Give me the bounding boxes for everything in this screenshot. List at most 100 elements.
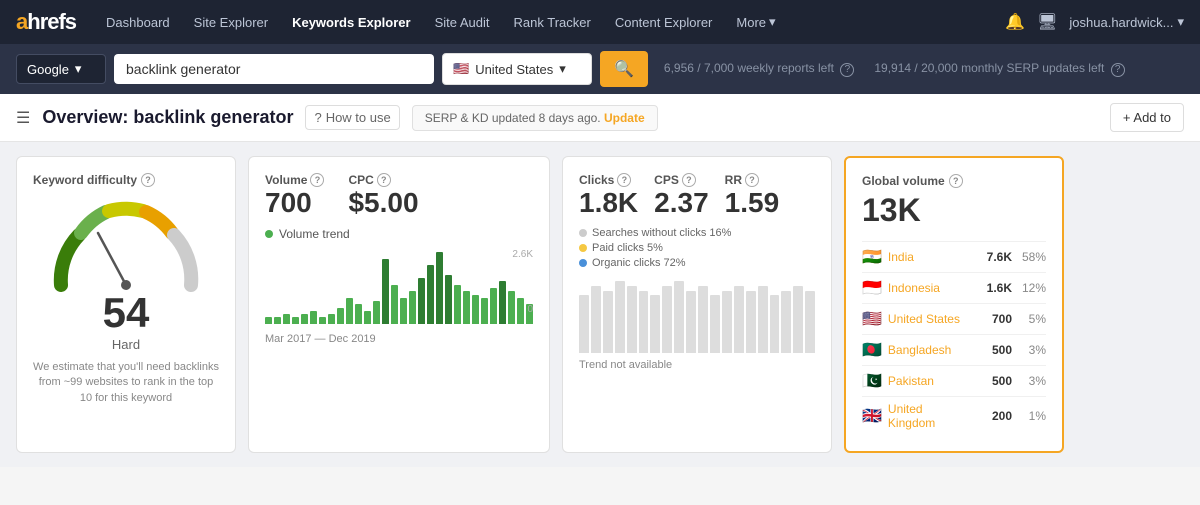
bar-item — [409, 291, 416, 324]
search-button[interactable]: 🔍 — [600, 51, 648, 87]
bar-item — [274, 317, 281, 324]
legend-organic-clicks: Organic clicks 72% — [579, 257, 815, 269]
rr-info-icon[interactable]: ? — [745, 173, 759, 187]
country-row: 🇧🇩 Bangladesh 500 3% — [862, 334, 1046, 365]
user-menu[interactable]: joshua.hardwick... ▾ — [1069, 14, 1184, 30]
cpc-info-icon[interactable]: ? — [377, 173, 391, 187]
global-info-icon[interactable]: ? — [949, 174, 963, 188]
bar-item — [382, 259, 389, 324]
bar-item — [427, 265, 434, 324]
organic-clicks-dot — [579, 259, 587, 267]
search-icon: 🔍 — [614, 61, 634, 78]
country-name[interactable]: United States — [888, 312, 970, 326]
bar-item — [391, 285, 398, 324]
bar-item — [355, 304, 362, 324]
trend-bar-item — [686, 291, 696, 353]
bar-item — [346, 298, 353, 324]
search-bar: Google ▾ 🇺🇸 United States ▾ 🔍 6,956 / 7,… — [0, 44, 1200, 94]
country-row: 🇺🇸 United States 700 5% — [862, 303, 1046, 334]
country-row: 🇬🇧 United Kingdom 200 1% — [862, 396, 1046, 435]
kd-description: We estimate that you'll need backlinks f… — [33, 360, 219, 406]
no-clicks-dot — [579, 229, 587, 237]
logo[interactable]: ahrefs — [16, 9, 76, 35]
how-to-use-button[interactable]: ? How to use — [305, 105, 399, 130]
country-flag: 🇧🇩 — [862, 340, 882, 360]
global-volume-card: Global volume ? 13K 🇮🇳 India 7.6K 58% 🇮🇩… — [844, 156, 1064, 453]
country-count: 200 — [976, 409, 1012, 423]
trend-bar-item — [627, 286, 637, 353]
country-count: 700 — [976, 312, 1012, 326]
kd-info-icon[interactable]: ? — [141, 173, 155, 187]
country-count: 500 — [976, 374, 1012, 388]
country-name[interactable]: Bangladesh — [888, 343, 970, 357]
trend-bar-item — [722, 291, 732, 353]
monthly-info-icon[interactable]: ? — [1111, 63, 1125, 77]
cps-info-icon[interactable]: ? — [682, 173, 696, 187]
us-flag-icon: 🇺🇸 — [453, 61, 469, 77]
bar-item — [490, 288, 497, 324]
add-to-button[interactable]: + Add to — [1110, 103, 1184, 132]
country-row: 🇵🇰 Pakistan 500 3% — [862, 365, 1046, 396]
country-name[interactable]: Indonesia — [888, 281, 970, 295]
nav-content-explorer[interactable]: Content Explorer — [605, 0, 723, 44]
country-name[interactable]: Pakistan — [888, 374, 970, 388]
volume-chart: 2.6K 0 — [265, 249, 533, 329]
navbar: ahrefs Dashboard Site Explorer Keywords … — [0, 0, 1200, 44]
trend-not-available: Trend not available — [579, 359, 815, 371]
gauge-chart — [46, 195, 206, 285]
bar-item — [337, 308, 344, 324]
search-stats: 6,956 / 7,000 weekly reports left ? 19,9… — [664, 61, 1125, 77]
cpc-metric: CPC ? $5.00 — [348, 173, 418, 219]
nav-dashboard[interactable]: Dashboard — [96, 0, 180, 44]
trend-bar-item — [591, 286, 601, 353]
nav-rank-tracker[interactable]: Rank Tracker — [504, 0, 601, 44]
chart-date: Mar 2017 — Dec 2019 — [265, 333, 533, 345]
trend-bar-item — [615, 281, 625, 353]
hamburger-icon[interactable]: ☰ — [16, 108, 30, 128]
trend-bar-item — [650, 295, 660, 353]
clicks-value: 1.8K — [579, 187, 638, 219]
chevron-down-icon: ▾ — [75, 61, 82, 77]
monitor-icon[interactable]: 🖥 — [1037, 12, 1057, 32]
bar-item — [310, 311, 317, 324]
legend-paid-clicks: Paid clicks 5% — [579, 242, 815, 254]
country-name[interactable]: United Kingdom — [888, 402, 970, 430]
country-name[interactable]: India — [888, 250, 970, 264]
country-list: 🇮🇳 India 7.6K 58% 🇮🇩 Indonesia 1.6K 12% … — [862, 241, 1046, 435]
country-select[interactable]: 🇺🇸 United States ▾ — [442, 53, 592, 85]
clicks-card: Clicks ? 1.8K CPS ? 2.37 RR ? 1.59 — [562, 156, 832, 453]
volume-info-icon[interactable]: ? — [310, 173, 324, 187]
question-icon: ? — [314, 110, 321, 125]
bell-icon[interactable]: 🔔 — [1005, 12, 1025, 32]
engine-select[interactable]: Google ▾ — [16, 54, 106, 84]
trend-bar-item — [746, 291, 756, 353]
clicks-trend-chart — [579, 273, 815, 353]
cpc-value: $5.00 — [348, 187, 418, 219]
bar-item — [283, 314, 290, 324]
volume-value: 700 — [265, 187, 324, 219]
country-pct: 12% — [1018, 281, 1046, 295]
trend-bar-item — [758, 286, 768, 353]
nav-site-audit[interactable]: Site Audit — [425, 0, 500, 44]
nav-keywords-explorer[interactable]: Keywords Explorer — [282, 0, 421, 44]
page-title: Overview: backlink generator — [42, 107, 293, 128]
bar-item — [499, 281, 506, 324]
search-input[interactable] — [114, 54, 434, 84]
nav-more[interactable]: More ▾ — [726, 0, 785, 44]
chevron-down-icon: ▾ — [769, 14, 776, 30]
update-link[interactable]: Update — [604, 111, 645, 125]
bar-item — [436, 252, 443, 324]
volume-metrics-row: Volume ? 700 CPC ? $5.00 — [265, 173, 533, 219]
weekly-info-icon[interactable]: ? — [840, 63, 854, 77]
country-pct: 58% — [1018, 250, 1046, 264]
country-pct: 3% — [1018, 374, 1046, 388]
trend-bar-item — [734, 286, 744, 353]
volume-metric: Volume ? 700 — [265, 173, 324, 219]
bar-item — [445, 275, 452, 324]
bar-item — [328, 314, 335, 324]
kd-sublabel: Hard — [33, 337, 219, 352]
nav-site-explorer[interactable]: Site Explorer — [184, 0, 278, 44]
clicks-info-icon[interactable]: ? — [617, 173, 631, 187]
bar-chart — [265, 249, 533, 324]
bar-item — [373, 301, 380, 324]
